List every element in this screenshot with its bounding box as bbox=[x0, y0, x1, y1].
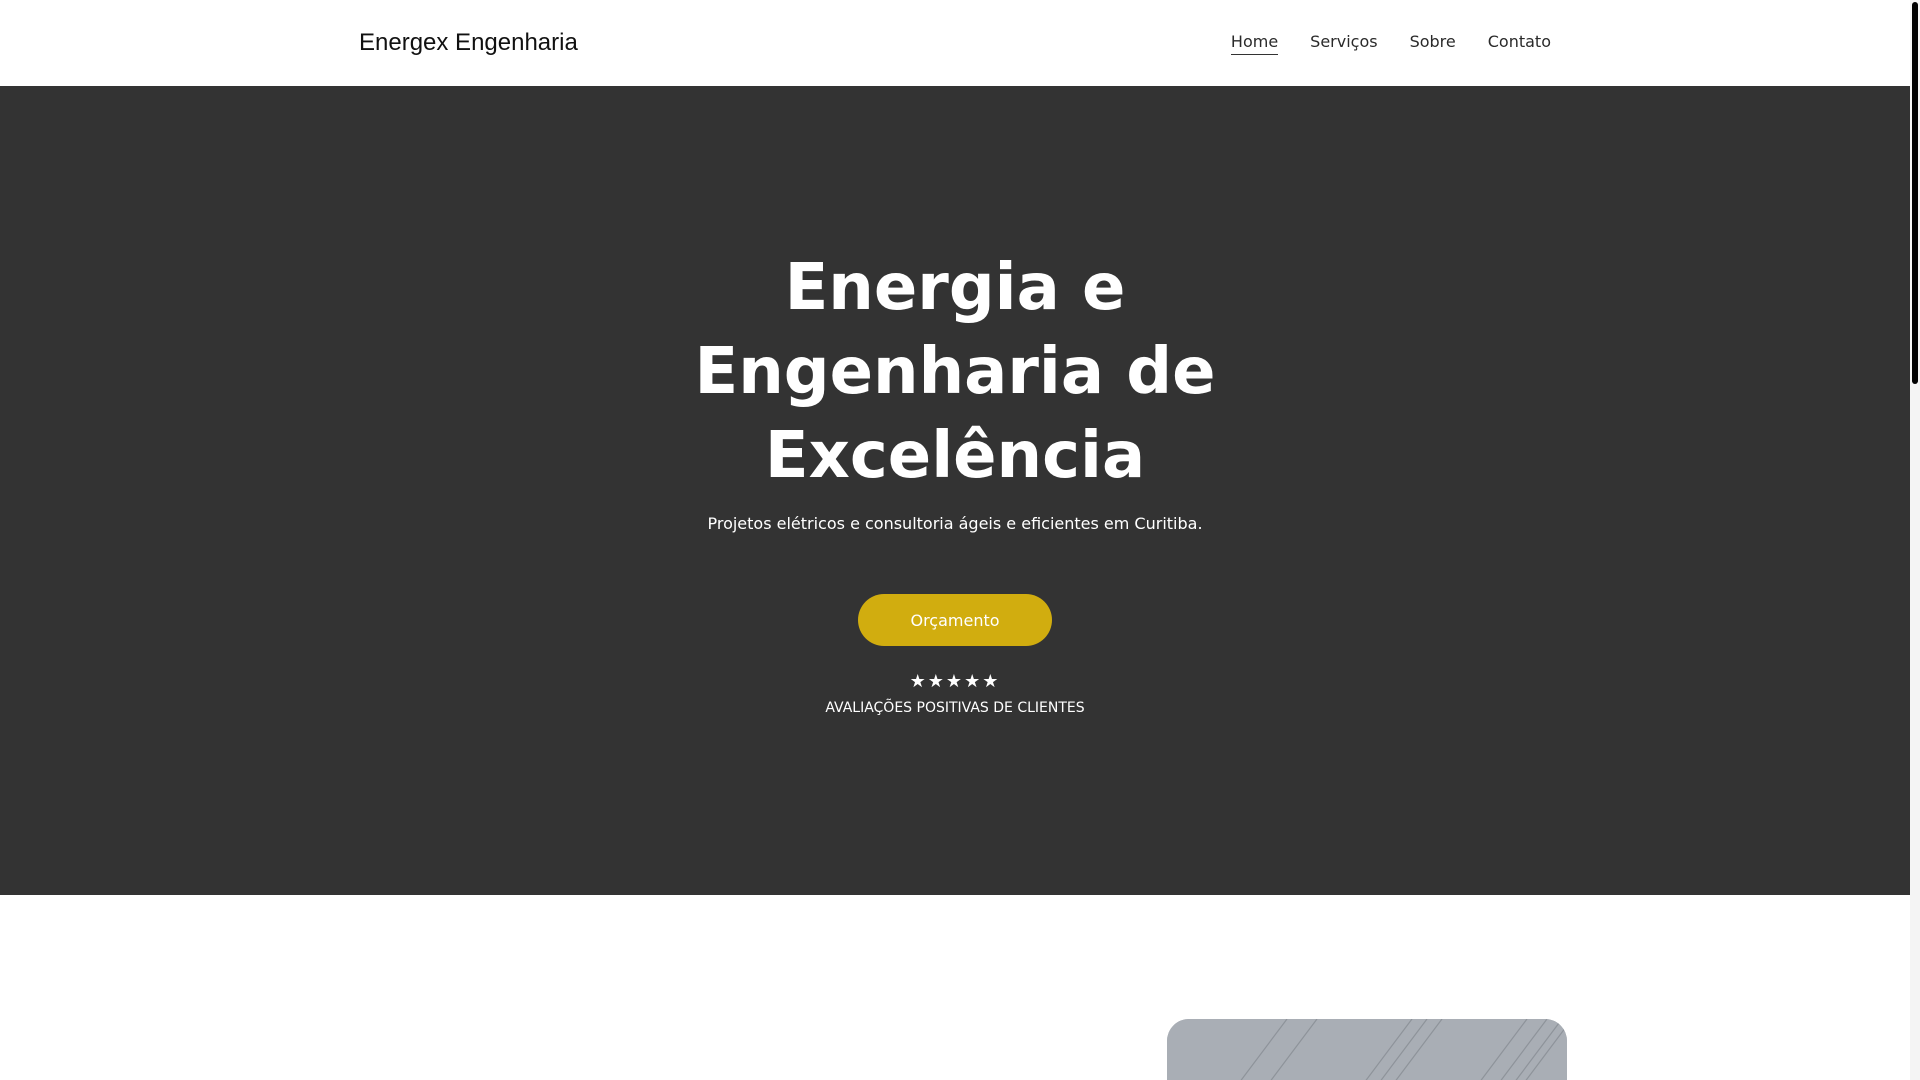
main-nav: Home Serviços Sobre Contato bbox=[1230, 30, 1551, 55]
hero-subtitle: Projetos elétricos e consultoria ágeis e… bbox=[707, 514, 1203, 533]
nav-item-home[interactable]: Home bbox=[1230, 30, 1279, 55]
hero-title-line: Excelência bbox=[764, 419, 1146, 493]
hero-title-line: Engenharia de bbox=[694, 335, 1216, 409]
project-image bbox=[1167, 1019, 1567, 1080]
hero-section: Energia e Engenharia de Excelência Proje… bbox=[0, 86, 1910, 895]
nav-item-sobre[interactable]: Sobre bbox=[1410, 30, 1456, 55]
hero-title: Energia e Engenharia de Excelência bbox=[0, 246, 1910, 498]
quote-button[interactable]: Orçamento bbox=[858, 594, 1052, 646]
page: Energex Engenharia Home Serviços Sobre C… bbox=[0, 0, 1910, 1080]
scrollbar[interactable] bbox=[1910, 0, 1920, 1080]
site-header: Energex Engenharia Home Serviços Sobre C… bbox=[0, 0, 1910, 86]
image-lines-graphic bbox=[1167, 1019, 1567, 1080]
brand-logo[interactable]: Energex Engenharia bbox=[359, 28, 578, 58]
nav-item-servicos[interactable]: Serviços bbox=[1310, 30, 1377, 55]
scrollbar-thumb[interactable] bbox=[1912, 2, 1918, 384]
nav-item-contato[interactable]: Contato bbox=[1488, 30, 1551, 55]
reviews-label: AVALIAÇÕES POSITIVAS DE CLIENTES bbox=[825, 700, 1085, 716]
star-icon: ★★★★★ bbox=[909, 671, 1001, 692]
hero-title-line: Energia e bbox=[784, 251, 1126, 325]
